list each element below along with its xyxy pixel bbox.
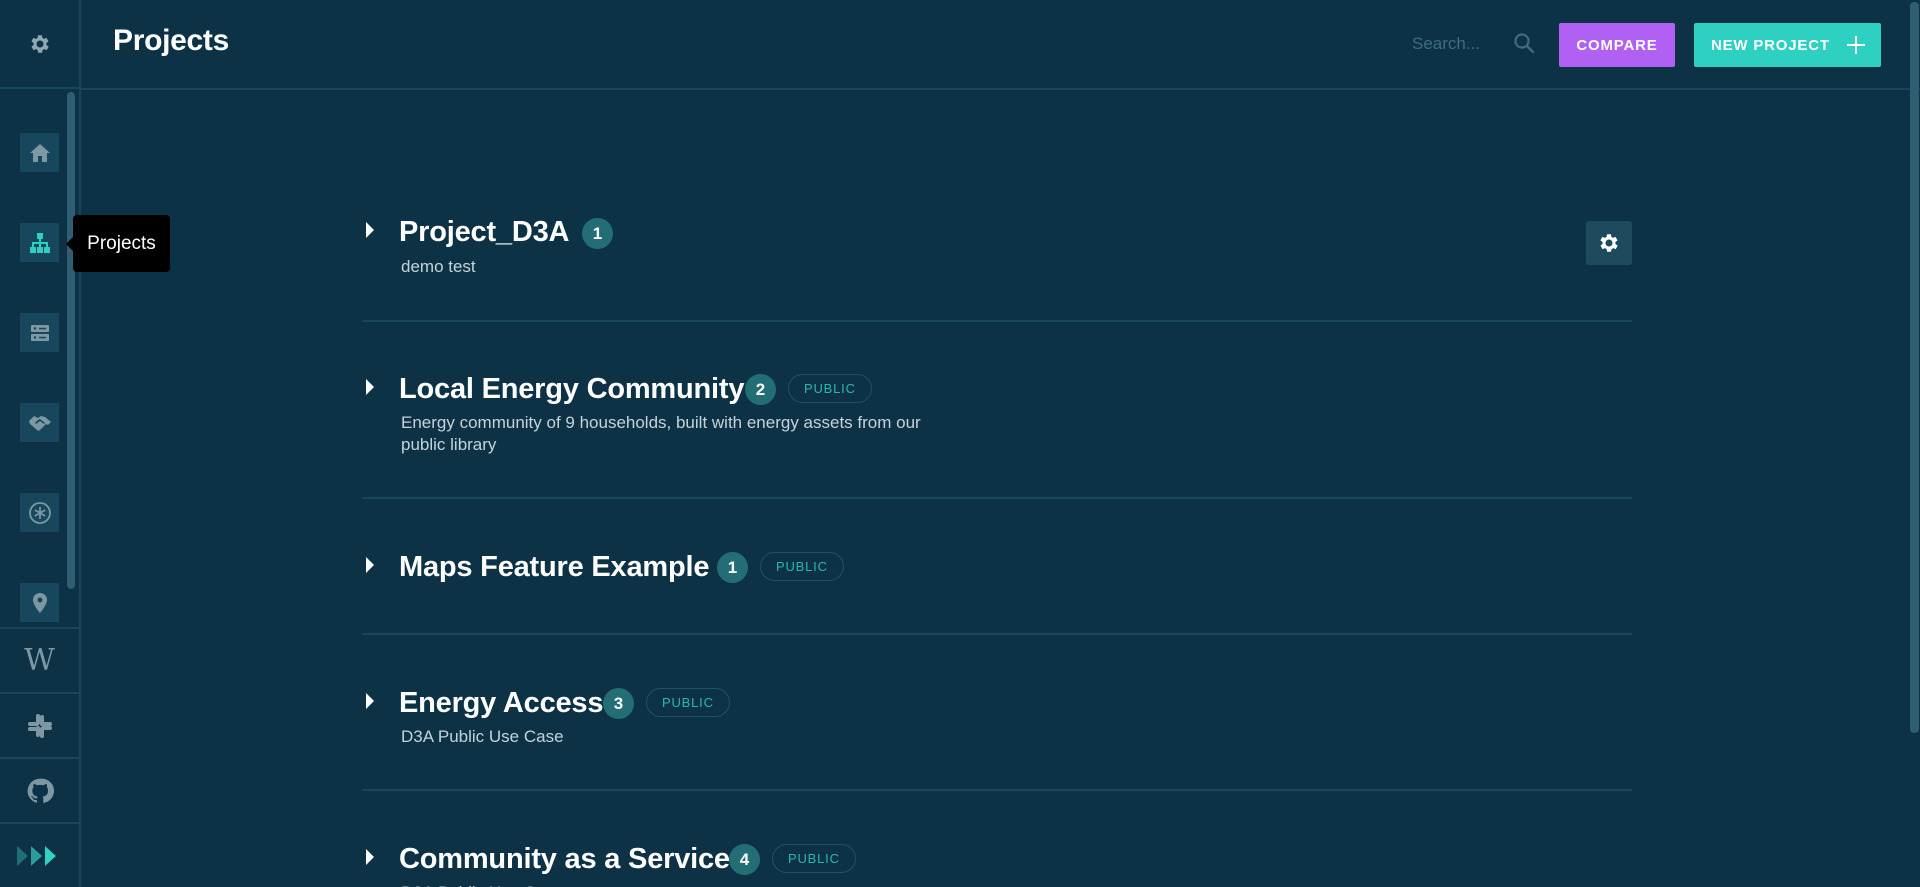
sidebar-links: W bbox=[0, 627, 79, 887]
divider bbox=[362, 633, 1632, 635]
project-count-badge: 3 bbox=[603, 688, 634, 719]
sitemap-icon bbox=[29, 232, 50, 253]
github-icon bbox=[27, 778, 54, 803]
wiki-icon: W bbox=[24, 643, 55, 678]
projects-tooltip: Projects bbox=[66, 215, 170, 272]
handshake-icon bbox=[28, 415, 51, 431]
sidebar-settings[interactable] bbox=[0, 0, 79, 89]
new-project-label: NEW PROJECT bbox=[1711, 36, 1830, 54]
project-name[interactable]: Local Energy Community bbox=[399, 373, 744, 406]
gear-icon bbox=[1600, 234, 1618, 252]
sidebar-item-home[interactable] bbox=[20, 133, 59, 172]
sidebar-link-expand[interactable] bbox=[0, 822, 79, 887]
project-settings-button[interactable] bbox=[1586, 221, 1632, 265]
divider bbox=[362, 320, 1632, 322]
project-description: demo test bbox=[401, 257, 476, 276]
project-description: D3A Public Use Case bbox=[401, 882, 921, 887]
divider bbox=[362, 497, 1632, 499]
expand-caret-icon[interactable] bbox=[366, 557, 374, 573]
new-project-button[interactable]: NEW PROJECT bbox=[1694, 23, 1881, 67]
plus-icon bbox=[1847, 36, 1865, 54]
server-icon bbox=[30, 324, 49, 341]
search-input[interactable] bbox=[1412, 30, 1502, 58]
divider bbox=[362, 789, 1632, 791]
project-name[interactable]: Maps Feature Example bbox=[399, 551, 709, 584]
public-badge: PUBLIC bbox=[788, 374, 872, 403]
tooltip-label: Projects bbox=[87, 232, 156, 254]
sidebar-item-community[interactable] bbox=[20, 493, 59, 532]
sidebar: W bbox=[0, 0, 81, 887]
home-icon bbox=[29, 143, 50, 162]
slack-icon bbox=[27, 713, 52, 738]
sidebar-link-wiki[interactable]: W bbox=[0, 627, 79, 692]
sidebar-item-library[interactable] bbox=[20, 313, 59, 352]
expand-caret-icon[interactable] bbox=[366, 849, 374, 865]
expand-caret-icon[interactable] bbox=[366, 693, 374, 709]
map-pin-icon bbox=[32, 592, 47, 613]
search-icon[interactable] bbox=[1513, 32, 1535, 54]
sidebar-item-projects[interactable] bbox=[20, 223, 59, 262]
page-title: Projects bbox=[113, 24, 229, 57]
project-name[interactable]: Energy Access bbox=[399, 687, 603, 720]
expand-caret-icon[interactable] bbox=[366, 379, 374, 395]
public-badge: PUBLIC bbox=[646, 688, 730, 717]
triple-chevron-icon bbox=[16, 845, 56, 866]
project-count-badge: 1 bbox=[582, 218, 613, 249]
public-badge: PUBLIC bbox=[772, 844, 856, 873]
project-count-badge: 2 bbox=[745, 374, 776, 405]
public-badge: PUBLIC bbox=[760, 552, 844, 581]
compare-button[interactable]: COMPARE bbox=[1559, 23, 1675, 67]
sidebar-link-slack[interactable] bbox=[0, 692, 79, 757]
project-count-badge: 1 bbox=[717, 552, 748, 583]
expand-caret-icon[interactable] bbox=[366, 222, 374, 238]
header: Projects COMPARE NEW PROJECT bbox=[81, 0, 1920, 90]
project-name[interactable]: Project_D3A bbox=[399, 216, 569, 249]
project-name[interactable]: Community as a Service bbox=[399, 843, 730, 876]
sidebar-item-map[interactable] bbox=[20, 583, 59, 622]
project-description: Energy community of 9 households, built … bbox=[401, 413, 921, 454]
sidebar-scrollbar[interactable] bbox=[67, 92, 75, 589]
page-scrollbar[interactable] bbox=[1910, 2, 1919, 733]
sidebar-item-collaborations[interactable] bbox=[20, 403, 59, 442]
sidebar-link-github[interactable] bbox=[0, 757, 79, 822]
gear-icon[interactable] bbox=[28, 32, 52, 56]
asterisk-circle-icon bbox=[28, 501, 51, 524]
project-count-badge: 4 bbox=[729, 844, 760, 875]
project-description: D3A Public Use Case bbox=[401, 727, 564, 746]
